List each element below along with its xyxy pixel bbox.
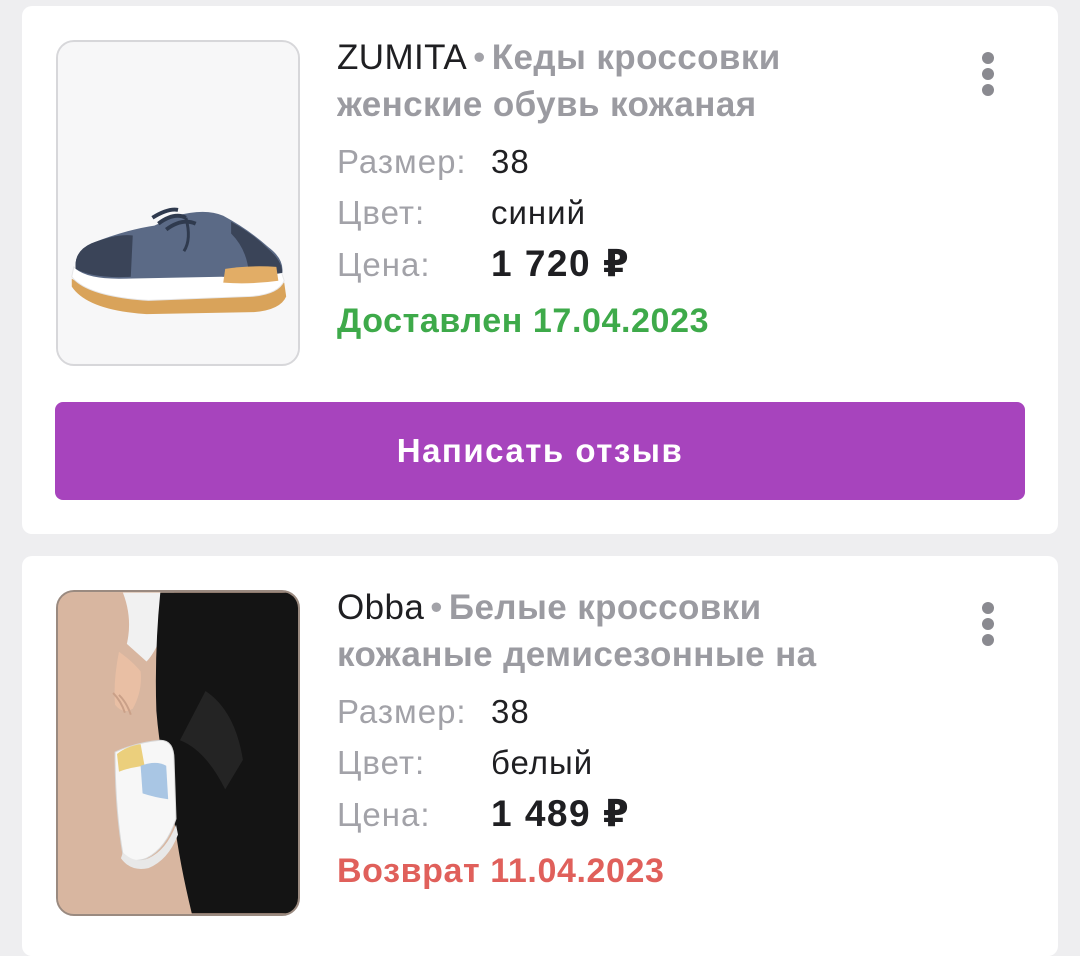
color-label: Цвет: [337, 744, 426, 781]
color-value: синий [491, 194, 587, 231]
size-label: Размер: [337, 693, 467, 730]
price-row: Цена: 1 720 ₽ [337, 238, 897, 289]
product-title[interactable]: ZUMITA • Кеды кроссовки женские обувь кожа… [337, 34, 897, 128]
color-row: Цвет: синий [337, 187, 897, 238]
sneaker-photo [58, 592, 298, 914]
size-row: Размер: 38 [337, 686, 897, 737]
order-card: Obba • Белые кроссовки кожаные демисезонны… [22, 556, 1058, 956]
price-label: Цена: [337, 796, 431, 833]
title-separator: • [473, 38, 486, 77]
product-image[interactable] [56, 40, 300, 366]
product-info: Obba • Белые кроссовки кожаные демисезонны… [337, 584, 897, 900]
size-label: Размер: [337, 143, 467, 180]
order-status: Возврат 11.04.2023 [337, 852, 665, 890]
size-value: 38 [491, 143, 530, 180]
size-value: 38 [491, 693, 530, 730]
price-row: Цена: 1 489 ₽ [337, 788, 897, 839]
sneaker-photo [58, 42, 298, 364]
more-vertical-icon[interactable] [968, 602, 1008, 652]
price-value: 1 720 ₽ [491, 243, 631, 284]
order-card: ZUMITA • Кеды кроссовки женские обувь кожа… [22, 6, 1058, 534]
brand-name: ZUMITA [337, 38, 468, 77]
color-value: белый [491, 744, 594, 781]
product-image[interactable] [56, 590, 300, 916]
size-row: Размер: 38 [337, 136, 897, 187]
color-row: Цвет: белый [337, 737, 897, 788]
more-vertical-icon[interactable] [968, 52, 1008, 102]
product-info: ZUMITA • Кеды кроссовки женские обувь кожа… [337, 34, 897, 350]
color-label: Цвет: [337, 194, 426, 231]
product-title[interactable]: Obba • Белые кроссовки кожаные демисезонны… [337, 584, 897, 678]
write-review-button[interactable]: Написать отзыв [55, 402, 1025, 500]
brand-name: Obba [337, 588, 425, 627]
price-value: 1 489 ₽ [491, 793, 631, 834]
title-separator: • [430, 588, 443, 627]
order-status: Доставлен 17.04.2023 [337, 302, 710, 340]
price-label: Цена: [337, 246, 431, 283]
